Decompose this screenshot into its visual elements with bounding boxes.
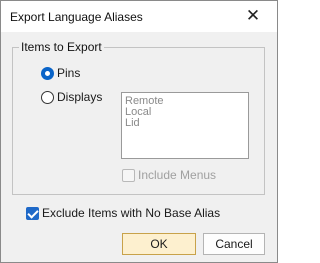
pins-radio[interactable] [41,67,54,80]
list-item[interactable]: Lid [125,118,245,129]
items-to-export-legend: Items to Export [19,40,104,54]
title-bar: Export Language Aliases ✕ [1,1,277,32]
include-menus-label: Include Menus [138,168,217,182]
displays-radio-label[interactable]: Displays [57,90,102,104]
list-item[interactable]: Local [125,107,245,118]
pins-radio-label[interactable]: Pins [57,66,80,80]
export-language-aliases-dialog: Export Language Aliases ✕ Items to Expor… [0,0,278,263]
exclude-items-checkbox[interactable] [26,207,39,220]
include-menus-checkbox[interactable] [122,169,135,182]
displays-listbox[interactable]: Remote Local Lid [121,92,249,159]
dialog-title: Export Language Aliases [10,10,143,24]
close-icon[interactable]: ✕ [243,5,263,27]
ok-button[interactable]: OK [122,233,196,255]
exclude-items-label[interactable]: Exclude Items with No Base Alias [42,206,220,220]
cancel-button[interactable]: Cancel [203,233,265,255]
displays-radio[interactable] [41,91,54,104]
